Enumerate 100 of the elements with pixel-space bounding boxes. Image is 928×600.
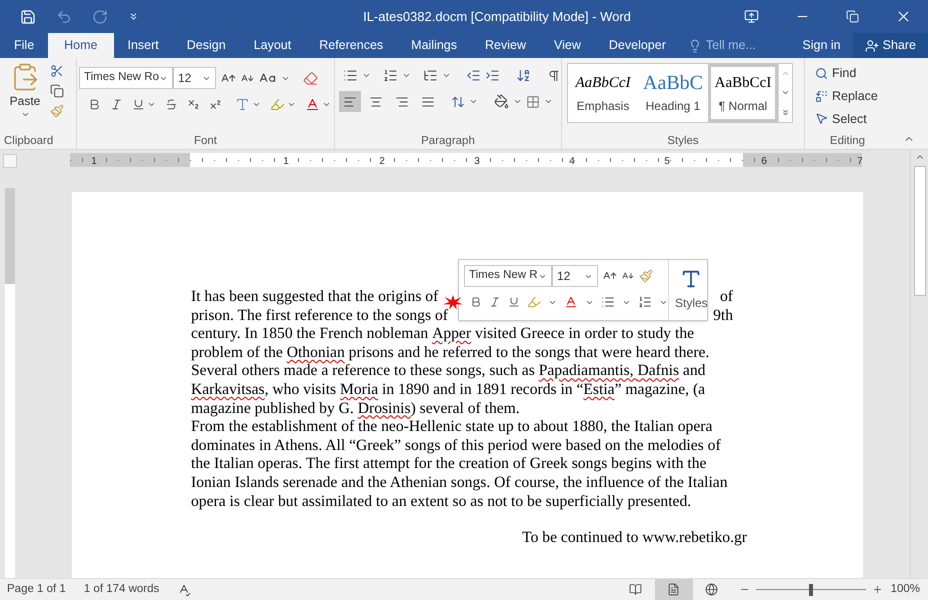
font-size-field[interactable]: 12 — [552, 265, 598, 287]
style-preset[interactable]: AaBbCcI ¶ Normal — [708, 64, 778, 122]
view-button[interactable] — [654, 579, 693, 600]
pointer-icon — [815, 112, 828, 126]
numbering-icon[interactable] — [638, 295, 652, 309]
ribbon-tab[interactable]: Layout — [240, 33, 306, 58]
numbering-icon[interactable] — [382, 68, 398, 83]
caret-icon[interactable] — [252, 100, 261, 109]
ribbon-tab[interactable]: Mailings — [397, 33, 472, 58]
more-styles-icon[interactable] — [781, 108, 790, 117]
caret-icon[interactable] — [147, 100, 156, 109]
italic-icon[interactable] — [489, 296, 501, 308]
text-line: prison. The first reference to the songs of — [191, 306, 448, 326]
editing-button[interactable]: Find — [815, 64, 890, 83]
page-icon — [667, 583, 680, 596]
sign-in-link[interactable]: Sign in — [790, 33, 853, 58]
editing-button[interactable]: Replace — [815, 86, 890, 106]
ribbon-tab[interactable]: View — [540, 33, 595, 58]
underline-icon[interactable] — [132, 98, 145, 111]
page-count[interactable]: Page 1 of 1 — [0, 580, 66, 598]
caret-icon[interactable] — [544, 97, 553, 106]
ribbon-display-icon[interactable] — [744, 9, 759, 24]
styles-button[interactable]: Styles — [668, 260, 708, 320]
clear-formatting-icon[interactable] — [303, 70, 318, 86]
decrease-indent-icon[interactable] — [466, 68, 482, 83]
italic-icon[interactable] — [110, 98, 123, 111]
font-name-field[interactable]: Times New R — [464, 265, 552, 287]
subscript-icon[interactable] — [187, 98, 200, 111]
style-preset[interactable]: AaBbCcI Emphasis — [568, 64, 638, 122]
underline-icon[interactable] — [508, 296, 520, 308]
text-line: Karkavitsas, who visits Moria in 1890 and in 1891 records in “Estia” magazine, (a — [191, 380, 706, 400]
text-line: Several others made a reference to these songs, such as Papadiamantis, Dafnis and — [191, 362, 706, 381]
zoom-in-icon[interactable] — [872, 584, 883, 595]
superscript-icon[interactable] — [209, 98, 222, 111]
ruler-number: 4 — [569, 156, 575, 167]
bold-icon[interactable] — [470, 296, 482, 308]
ribbon-tab[interactable]: File — [0, 33, 48, 58]
text-effects-icon[interactable] — [235, 97, 250, 112]
search-icon — [815, 66, 828, 80]
strikethrough-icon[interactable] — [165, 98, 178, 111]
borders-icon[interactable] — [526, 94, 540, 108]
ribbon-tab[interactable]: Insert — [114, 33, 173, 58]
text-line: of — [720, 288, 734, 307]
format-painter-icon[interactable] — [639, 269, 653, 283]
zoom-slider[interactable] — [756, 582, 866, 596]
font-color-icon[interactable] — [564, 295, 578, 309]
styles-icon — [680, 268, 702, 290]
closing-line: To be continued to www.rebetiko.gr — [522, 529, 747, 548]
restore-icon[interactable] — [846, 10, 859, 23]
bold-icon[interactable] — [88, 98, 101, 111]
ribbon-tab[interactable]: Design — [172, 33, 240, 58]
increase-indent-icon[interactable] — [485, 68, 500, 83]
font-color-icon[interactable] — [305, 97, 320, 112]
paste-button[interactable]: Paste — [8, 62, 42, 133]
caret-icon[interactable] — [322, 100, 331, 109]
ribbon-tab[interactable]: Home — [48, 33, 114, 58]
word-count[interactable]: 1 of 174 words — [66, 580, 160, 598]
customize-icon[interactable] — [128, 11, 139, 22]
ribbon-tab[interactable]: Developer — [594, 33, 680, 58]
proofing-icon[interactable] — [177, 582, 192, 596]
caret-icon[interactable] — [442, 71, 450, 80]
align-icon — [421, 94, 435, 108]
text-line: magazine published by G. Drosinis) several of them. — [191, 400, 520, 418]
zoom-slider-thumb[interactable] — [808, 584, 813, 596]
share-button[interactable]: Share — [852, 33, 928, 58]
align-button[interactable] — [339, 91, 361, 112]
style-preset[interactable]: AaBbC Heading 1 — [638, 64, 708, 122]
multilevel-list-icon[interactable] — [422, 68, 438, 83]
caret-icon[interactable] — [513, 97, 522, 106]
sort-icon[interactable] — [516, 68, 532, 83]
ruler-number: 1 — [91, 156, 97, 167]
caret-icon[interactable] — [362, 71, 371, 80]
ruler-number: 7 — [857, 156, 862, 167]
vertical-scrollbar[interactable] — [910, 150, 928, 578]
bullets-icon[interactable] — [343, 68, 358, 83]
save-icon[interactable] — [20, 8, 36, 24]
text-line: century. In 1850 the French nobleman Apper visited Greece in order to study the — [191, 325, 694, 344]
copy-icon[interactable] — [50, 84, 64, 98]
pilcrow-icon[interactable] — [547, 68, 561, 82]
text-line: From the establishment of the neo-Hellenic state up to about 1880, the Italian opera — [191, 418, 712, 437]
shading-icon[interactable] — [494, 94, 509, 109]
text-line: 9th — [713, 306, 734, 326]
zoom-percentage[interactable]: 100% — [882, 580, 928, 598]
align-icon — [395, 94, 409, 108]
align-icon — [343, 94, 357, 108]
line-spacing-icon[interactable] — [451, 94, 465, 108]
text-line: Ionian Islands serenade and the Athenian songs. Of course, the influence of the Italian — [191, 474, 728, 493]
tell-me-field[interactable]: Tell me... — [706, 36, 776, 55]
scroll-thumb[interactable] — [914, 166, 926, 296]
font-name-field[interactable]: Times New Ro — [79, 67, 173, 89]
caret-icon[interactable] — [402, 71, 411, 80]
caret-icon[interactable] — [20, 110, 30, 119]
ribbon-tab[interactable]: Review — [471, 33, 540, 58]
font-size-field[interactable]: 12 — [173, 67, 216, 89]
ribbon-tab[interactable]: References — [305, 33, 398, 58]
editing-button[interactable]: Select — [815, 110, 890, 128]
person-icon — [864, 38, 879, 52]
caret-icon[interactable] — [469, 97, 478, 106]
cut-icon[interactable] — [50, 64, 64, 78]
caret-icon[interactable] — [287, 100, 296, 109]
